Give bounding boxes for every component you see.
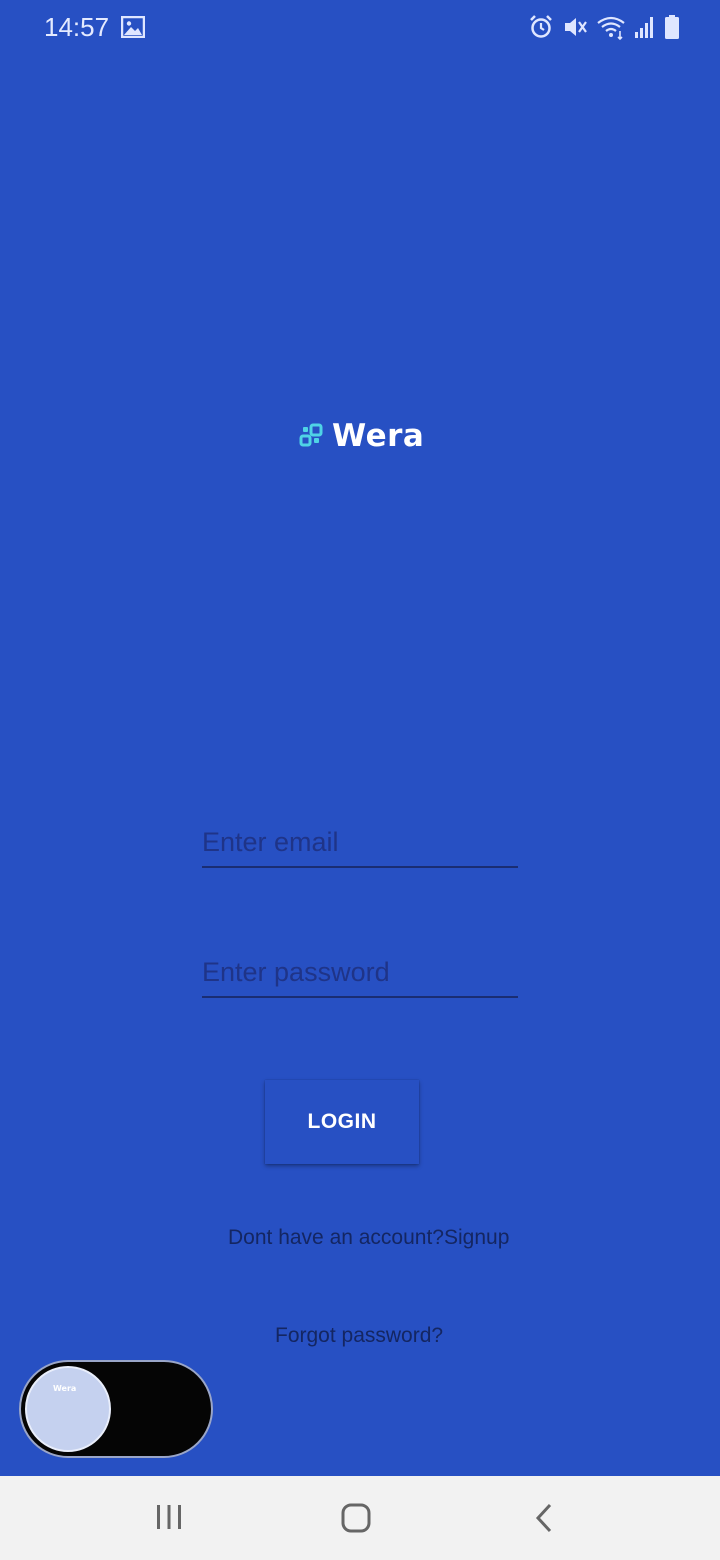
- gallery-icon: [121, 16, 145, 38]
- blocks-logo-icon: [299, 423, 323, 447]
- logo-text: Wera: [332, 418, 425, 454]
- home-icon[interactable]: [340, 1502, 372, 1534]
- knob-logo-text: Wera: [53, 1384, 77, 1393]
- login-button[interactable]: LOGIN: [265, 1080, 419, 1164]
- wifi-icon: [597, 16, 625, 40]
- signal-icon: [635, 17, 653, 38]
- toggle-knob[interactable]: Wera: [25, 1366, 111, 1452]
- recents-icon[interactable]: [153, 1502, 185, 1532]
- app-logo: Wera: [298, 414, 424, 458]
- mute-icon: [565, 18, 587, 36]
- status-bar: 14:57: [0, 0, 720, 56]
- status-time: 14:57: [44, 12, 110, 42]
- password-field[interactable]: [202, 952, 518, 998]
- email-field[interactable]: [202, 822, 518, 868]
- battery-icon: [665, 15, 679, 39]
- back-icon[interactable]: [532, 1502, 558, 1534]
- navigation-bar: [0, 1476, 720, 1560]
- signup-link[interactable]: Dont have an account?Signup: [228, 1226, 509, 1250]
- theme-toggle[interactable]: Wera: [19, 1360, 213, 1458]
- forgot-password-link[interactable]: Forgot password?: [275, 1324, 443, 1348]
- alarm-icon: [530, 15, 552, 38]
